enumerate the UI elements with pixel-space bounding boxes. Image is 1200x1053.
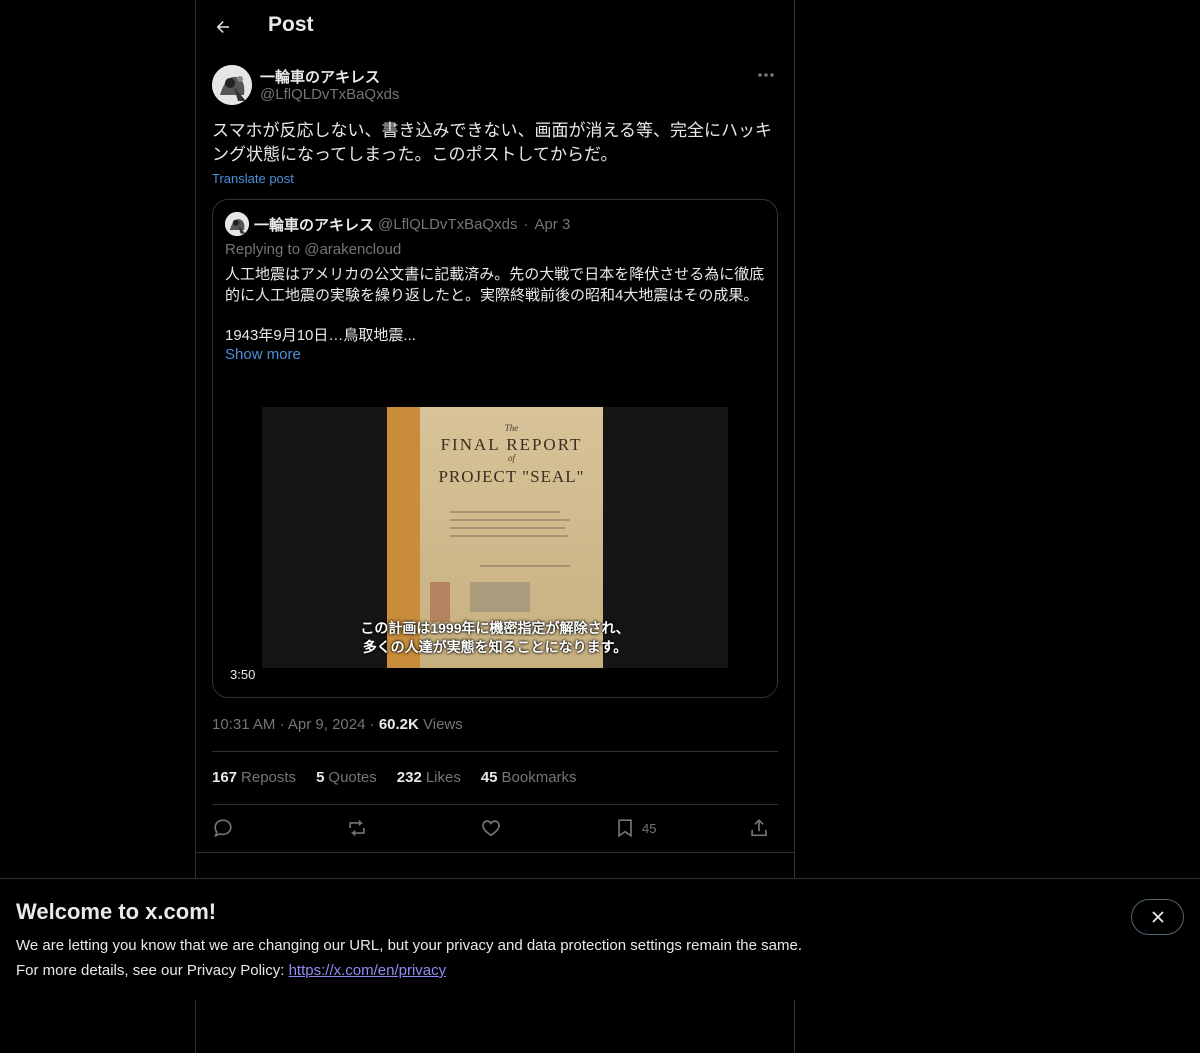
privacy-policy-link[interactable]: https://x.com/en/privacy xyxy=(289,962,447,979)
close-icon xyxy=(1151,911,1164,923)
post-time[interactable]: 10:31 AM xyxy=(212,716,275,733)
subtitle-line-1: この計画は1999年に機密指定が解除され、 xyxy=(360,620,630,636)
banner-title: Welcome to x.com! xyxy=(16,899,217,924)
replying-to: Replying to @arakencloud xyxy=(225,241,402,258)
page-header: Post xyxy=(196,0,794,55)
quote-text: 人工地震はアメリカの公文書に記載済み。先の大戦で日本を降伏させる為に徹底的に人工… xyxy=(225,266,765,304)
video-subtitles: この計画は1999年に機密指定が解除され、 多くの人達が実態を知ることになります… xyxy=(262,619,728,657)
divider xyxy=(196,852,794,853)
more-icon xyxy=(758,73,774,77)
share-icon xyxy=(751,819,767,837)
show-more-link[interactable]: Show more xyxy=(225,346,301,363)
subtitle-line-2: 多くの人達が実態を知ることになります。 xyxy=(362,639,628,655)
reply-button[interactable] xyxy=(212,815,234,841)
close-banner-button[interactable] xyxy=(1131,899,1184,935)
document-stamp xyxy=(430,582,450,622)
quote-text-continued: 1943年9月10日…鳥取地震... xyxy=(225,327,416,344)
stat-count: 5 xyxy=(316,769,325,786)
post-stats: 167 Reposts 5 Quotes 232 Likes 45 Bookmarks xyxy=(212,769,577,786)
stat-count: 232 xyxy=(396,769,422,786)
document-title-line1: FINAL REPORT xyxy=(440,435,583,454)
url-change-banner: Welcome to x.com! We are letting you kno… xyxy=(0,878,1200,1000)
author-name[interactable]: 一輪車のアキレス xyxy=(260,66,380,87)
banner-text: We are letting you know that we are chan… xyxy=(16,937,802,954)
views-count: 60.2K xyxy=(378,716,419,733)
back-button[interactable] xyxy=(212,14,234,40)
document-title-line2: PROJECT "SEAL" xyxy=(438,467,585,486)
quote-author-handle: @LflQLDvTxBaQxds xyxy=(378,215,518,233)
separator-dot: · xyxy=(279,716,288,733)
stat-count: 45 xyxy=(480,769,498,786)
banner-text-policy: For more details, see our Privacy Policy… xyxy=(16,962,446,979)
translate-post-link[interactable]: Translate post xyxy=(212,171,294,186)
quote-author-name: 一輪車のアキレス xyxy=(254,216,375,234)
document-stamp xyxy=(470,582,530,612)
avatar-image xyxy=(225,212,249,236)
document-the: The xyxy=(504,423,519,433)
avatar-image xyxy=(212,65,252,105)
document-text-line xyxy=(450,527,565,529)
quote-header: 一輪車のアキレス @LflQLDvTxBaQxds · Apr 3 xyxy=(225,212,570,236)
bookmark-icon xyxy=(618,819,632,838)
stat-count: 167 xyxy=(212,769,238,786)
bookmark-button[interactable]: 45 xyxy=(614,815,656,841)
divider xyxy=(212,751,778,752)
bookmarks-stat[interactable]: 45 Bookmarks xyxy=(481,769,577,786)
reposts-stat[interactable]: 167 Reposts xyxy=(212,769,296,786)
stat-label: Quotes xyxy=(328,769,377,786)
video-duration: 3:50 xyxy=(230,667,256,682)
stat-label: Likes xyxy=(425,769,461,786)
separator-dot: · xyxy=(369,716,379,733)
divider xyxy=(212,804,778,805)
stat-label: Bookmarks xyxy=(501,769,577,786)
document-text-line xyxy=(480,565,570,567)
like-button[interactable] xyxy=(480,815,502,841)
share-button[interactable] xyxy=(748,815,770,841)
document-text-line xyxy=(450,535,568,537)
likes-stat[interactable]: 232 Likes xyxy=(397,769,461,786)
document-text-line xyxy=(450,519,570,521)
post-author: 一輪車のアキレス @LflQLDvTxBaQxds xyxy=(212,64,778,106)
reply-icon xyxy=(214,819,232,838)
action-bar: 45 xyxy=(212,815,778,841)
heart-icon xyxy=(482,820,500,837)
post-date[interactable]: Apr 9, 2024 xyxy=(288,716,366,733)
post-text: スマホが反応しない、書き込みできない、画面が消える等、完全にハッキング状態になっ… xyxy=(212,121,772,164)
post-meta: 10:31 AM · Apr 9, 2024 · 60.2K Views xyxy=(212,716,463,733)
banner-text-prefix: For more details, see our Privacy Policy… xyxy=(16,962,289,979)
video-player[interactable]: The FINAL REPORT of PROJECT "SEAL" この計画は… xyxy=(262,407,728,668)
quotes-stat[interactable]: 5 Quotes xyxy=(316,769,377,786)
repost-button[interactable] xyxy=(346,815,368,841)
arrow-left-icon xyxy=(216,21,229,33)
bookmark-count: 45 xyxy=(642,820,657,836)
more-options-button[interactable] xyxy=(756,68,776,82)
quoted-post[interactable]: 一輪車のアキレス @LflQLDvTxBaQxds · Apr 3 Replyi… xyxy=(212,199,778,698)
document-text-line xyxy=(450,511,560,513)
quote-avatar xyxy=(225,212,249,236)
document-of: of xyxy=(507,453,515,463)
stat-label: Reposts xyxy=(241,769,297,786)
views-label: Views xyxy=(423,716,463,733)
page-title: Post xyxy=(268,13,314,36)
quote-date: Apr 3 xyxy=(534,215,571,233)
separator-dot: · xyxy=(523,215,529,233)
repost-icon xyxy=(349,820,365,836)
avatar[interactable] xyxy=(212,65,252,105)
author-handle[interactable]: @LflQLDvTxBaQxds xyxy=(260,86,399,103)
